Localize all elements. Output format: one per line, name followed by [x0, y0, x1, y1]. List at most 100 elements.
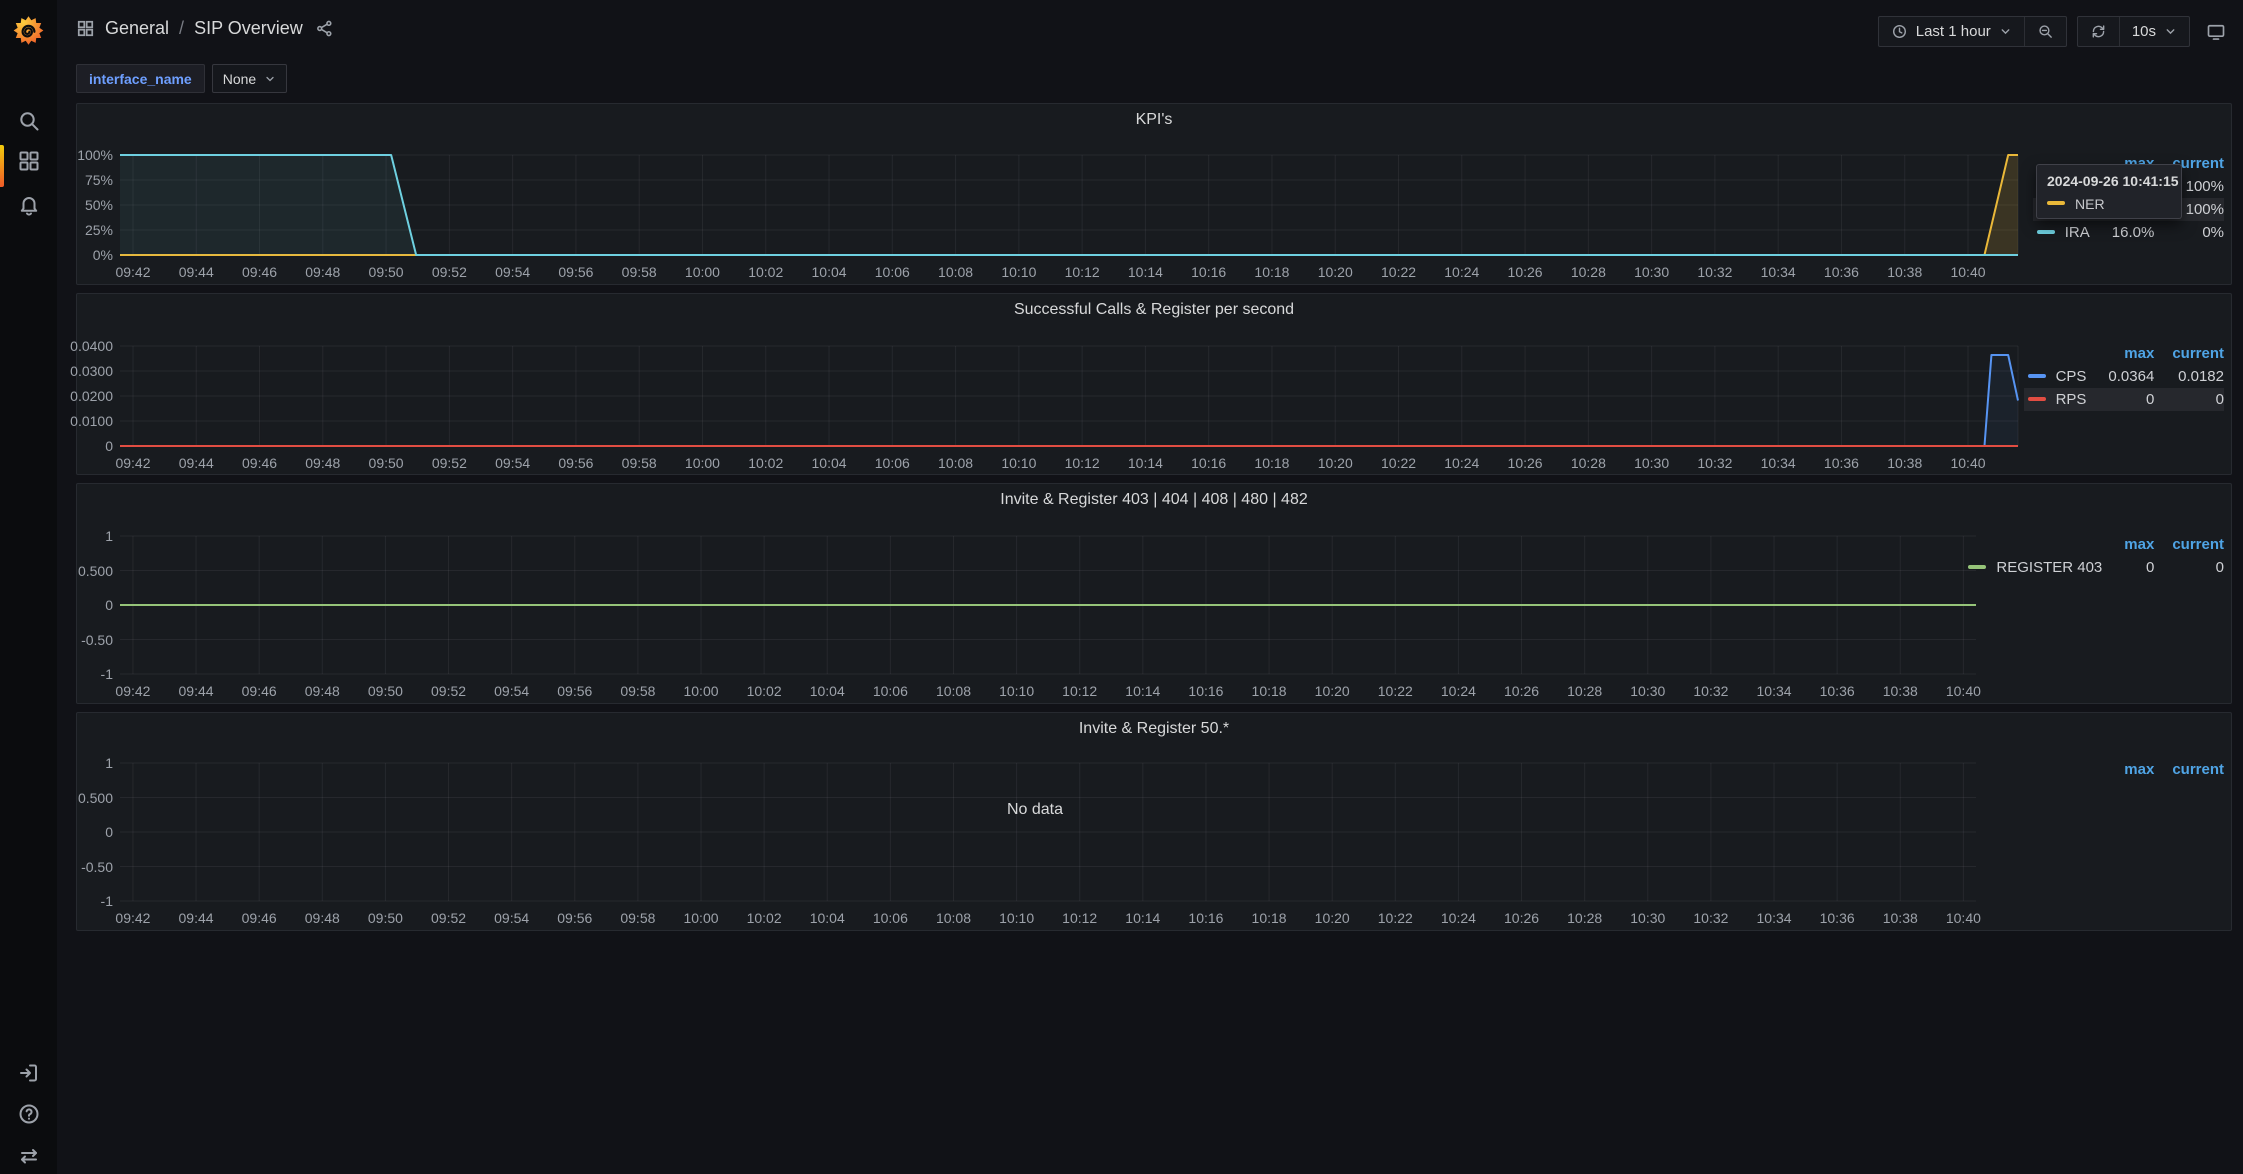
zoom-out-button[interactable] [2023, 17, 2066, 46]
legend-series-marker [2036, 229, 2055, 234]
share-icon[interactable] [315, 19, 334, 38]
legend-row: RPS 0 0 [2023, 388, 2224, 411]
dashboards-grid-icon[interactable] [17, 149, 41, 173]
legend-current-value: 0 [2215, 559, 2224, 576]
x-axis-tick-label: 10:28 [1570, 455, 1606, 471]
x-axis-tick-label: 09:46 [241, 455, 278, 471]
grafana-logo[interactable] [13, 15, 44, 46]
x-axis-tick-label: 09:46 [241, 264, 278, 280]
panel-invite-register-50x: Invite & Register 50.* No data 1 0.500 0 -0… [76, 712, 2232, 931]
y-axis-tick-label: 100% [77, 147, 113, 163]
x-axis-tick-label: 10:10 [999, 910, 1035, 926]
x-axis-tick-label: 10:32 [1697, 455, 1733, 471]
legend-header-current[interactable]: current [2154, 342, 2224, 365]
x-axis-tick-label: 09:52 [431, 910, 467, 926]
x-axis-tick-label: 10:32 [1697, 264, 1733, 280]
x-axis-tick-label: 10:08 [935, 683, 971, 699]
y-axis-tick-label: 0% [92, 247, 113, 263]
breadcrumb-section[interactable]: General [105, 18, 169, 39]
chart-plot [120, 154, 2019, 256]
x-axis-tick-label: 10:18 [1254, 264, 1290, 280]
y-axis-tick-label: 0.0200 [70, 388, 113, 404]
panel-invite-register-4xx: Invite & Register 403 | 404 | 408 | 480 … [76, 483, 2232, 704]
legend-header-current[interactable]: current [2154, 533, 2224, 556]
search-icon[interactable] [17, 109, 41, 133]
help-circle-icon[interactable] [17, 1102, 41, 1126]
x-axis-tick-label: 10:16 [1188, 910, 1224, 926]
legend-header-max[interactable]: max [2106, 533, 2154, 556]
nav-controls: Last 1 hour 10s [1877, 16, 2232, 47]
legend-header-max[interactable]: max [2106, 758, 2154, 781]
x-axis-tick-label: 09:54 [495, 264, 531, 280]
legend-series-label[interactable]: CPS [2024, 365, 2091, 388]
x-axis-tick-label: 10:12 [1062, 683, 1098, 699]
refresh-interval-picker[interactable]: 10s [2118, 17, 2189, 46]
x-axis-tick-label: 10:12 [1062, 910, 1098, 926]
x-axis-tick-label: 10:08 [938, 264, 974, 280]
panel-title[interactable]: KPI's [77, 111, 2231, 129]
x-axis-tick-label: 09:54 [495, 455, 531, 471]
chevron-down-icon [266, 76, 274, 81]
cycle-view-mode-button[interactable] [2200, 16, 2232, 47]
x-axis-tick-label: 10:14 [1125, 910, 1161, 926]
x-axis-tick-label: 10:00 [684, 264, 720, 280]
time-range-picker[interactable]: Last 1 hour [1879, 17, 2024, 46]
alerting-bell-icon[interactable] [17, 193, 41, 217]
legend-header-max[interactable]: max [2090, 342, 2154, 365]
sign-in-icon[interactable] [17, 1061, 41, 1085]
legend-series-label[interactable]: REGISTER 403 [1964, 556, 2106, 579]
x-axis-tick-label: 10:02 [746, 683, 782, 699]
x-axis-tick-label: 09:48 [304, 910, 340, 926]
legend: max current [2102, 758, 2224, 781]
x-axis-tick-label: 09:50 [367, 910, 403, 926]
y-axis-tick-label: -1 [100, 666, 113, 682]
y-axis-tick-label: -1 [100, 893, 113, 909]
refresh-button[interactable] [2078, 17, 2119, 46]
x-axis-tick-label: 10:10 [1001, 264, 1037, 280]
chart-tooltip: 2024-09-26 10:41:15 NER [2036, 164, 2182, 219]
y-axis-tick-label: 25% [84, 222, 113, 238]
panel-title[interactable]: Invite & Register 50.* [77, 720, 2231, 738]
x-axis-tick-label: 10:24 [1444, 264, 1480, 280]
x-axis-tick-label: 09:50 [368, 264, 404, 280]
sidebar [0, 0, 57, 1174]
legend-current-value: 0 [2154, 388, 2224, 411]
x-axis-tick-label: 10:30 [1630, 910, 1666, 926]
x-axis-tick-label: 10:16 [1191, 264, 1227, 280]
x-axis-tick-label: 10:10 [999, 683, 1035, 699]
panel-title[interactable]: Invite & Register 403 | 404 | 408 | 480 … [77, 491, 2231, 509]
y-axis-tick-label: -0.50 [81, 631, 113, 648]
x-axis-tick-label: 10:16 [1191, 455, 1227, 471]
x-axis-tick-label: 10:20 [1314, 683, 1350, 699]
panel-title[interactable]: Successful Calls & Register per second [77, 301, 2231, 319]
legend-header-row: maxcurrent [2024, 342, 2224, 365]
swap-arrows-icon[interactable] [17, 1144, 41, 1168]
x-axis-tick-label: 09:56 [558, 264, 594, 280]
legend-series-label[interactable]: IRA [2033, 221, 2094, 244]
x-axis-tick-label: 10:02 [748, 455, 784, 471]
refresh-interval-label: 10s [2131, 23, 2156, 40]
dashboard-variables: interface_name None [76, 64, 288, 93]
chevron-down-icon [1999, 25, 2012, 38]
legend-series-label[interactable]: RPS [2023, 388, 2091, 411]
x-axis-tick-label: 09:46 [241, 683, 277, 699]
x-axis-tick-label: 10:26 [1504, 910, 1540, 926]
x-axis-tick-label: 10:06 [874, 455, 910, 471]
x-axis-tick-label: 09:42 [115, 264, 151, 280]
top-nav: General / SIP Overview Last 1 hour 10s [57, 0, 2243, 64]
x-axis-tick-label: 10:24 [1440, 910, 1476, 926]
refresh-icon [2092, 25, 2105, 38]
x-axis-tick-label: 09:42 [115, 455, 151, 471]
variable-value-picker[interactable]: None [211, 64, 288, 93]
y-axis-tick-label: 0.500 [77, 789, 113, 806]
breadcrumb-page[interactable]: SIP Overview [194, 18, 303, 39]
legend-header-current[interactable]: current [2154, 758, 2224, 781]
x-axis-tick-label: 09:52 [431, 683, 467, 699]
breadcrumb-separator: / [179, 18, 185, 38]
series-line [120, 354, 2019, 447]
x-axis-tick-label: 10:26 [1507, 455, 1543, 471]
legend-max-value: 0 [2090, 388, 2155, 411]
x-axis-tick-label: 10:16 [1188, 683, 1224, 699]
legend-header-row: maxcurrent [2102, 758, 2224, 781]
x-axis-tick-label: 10:34 [1756, 683, 1792, 699]
